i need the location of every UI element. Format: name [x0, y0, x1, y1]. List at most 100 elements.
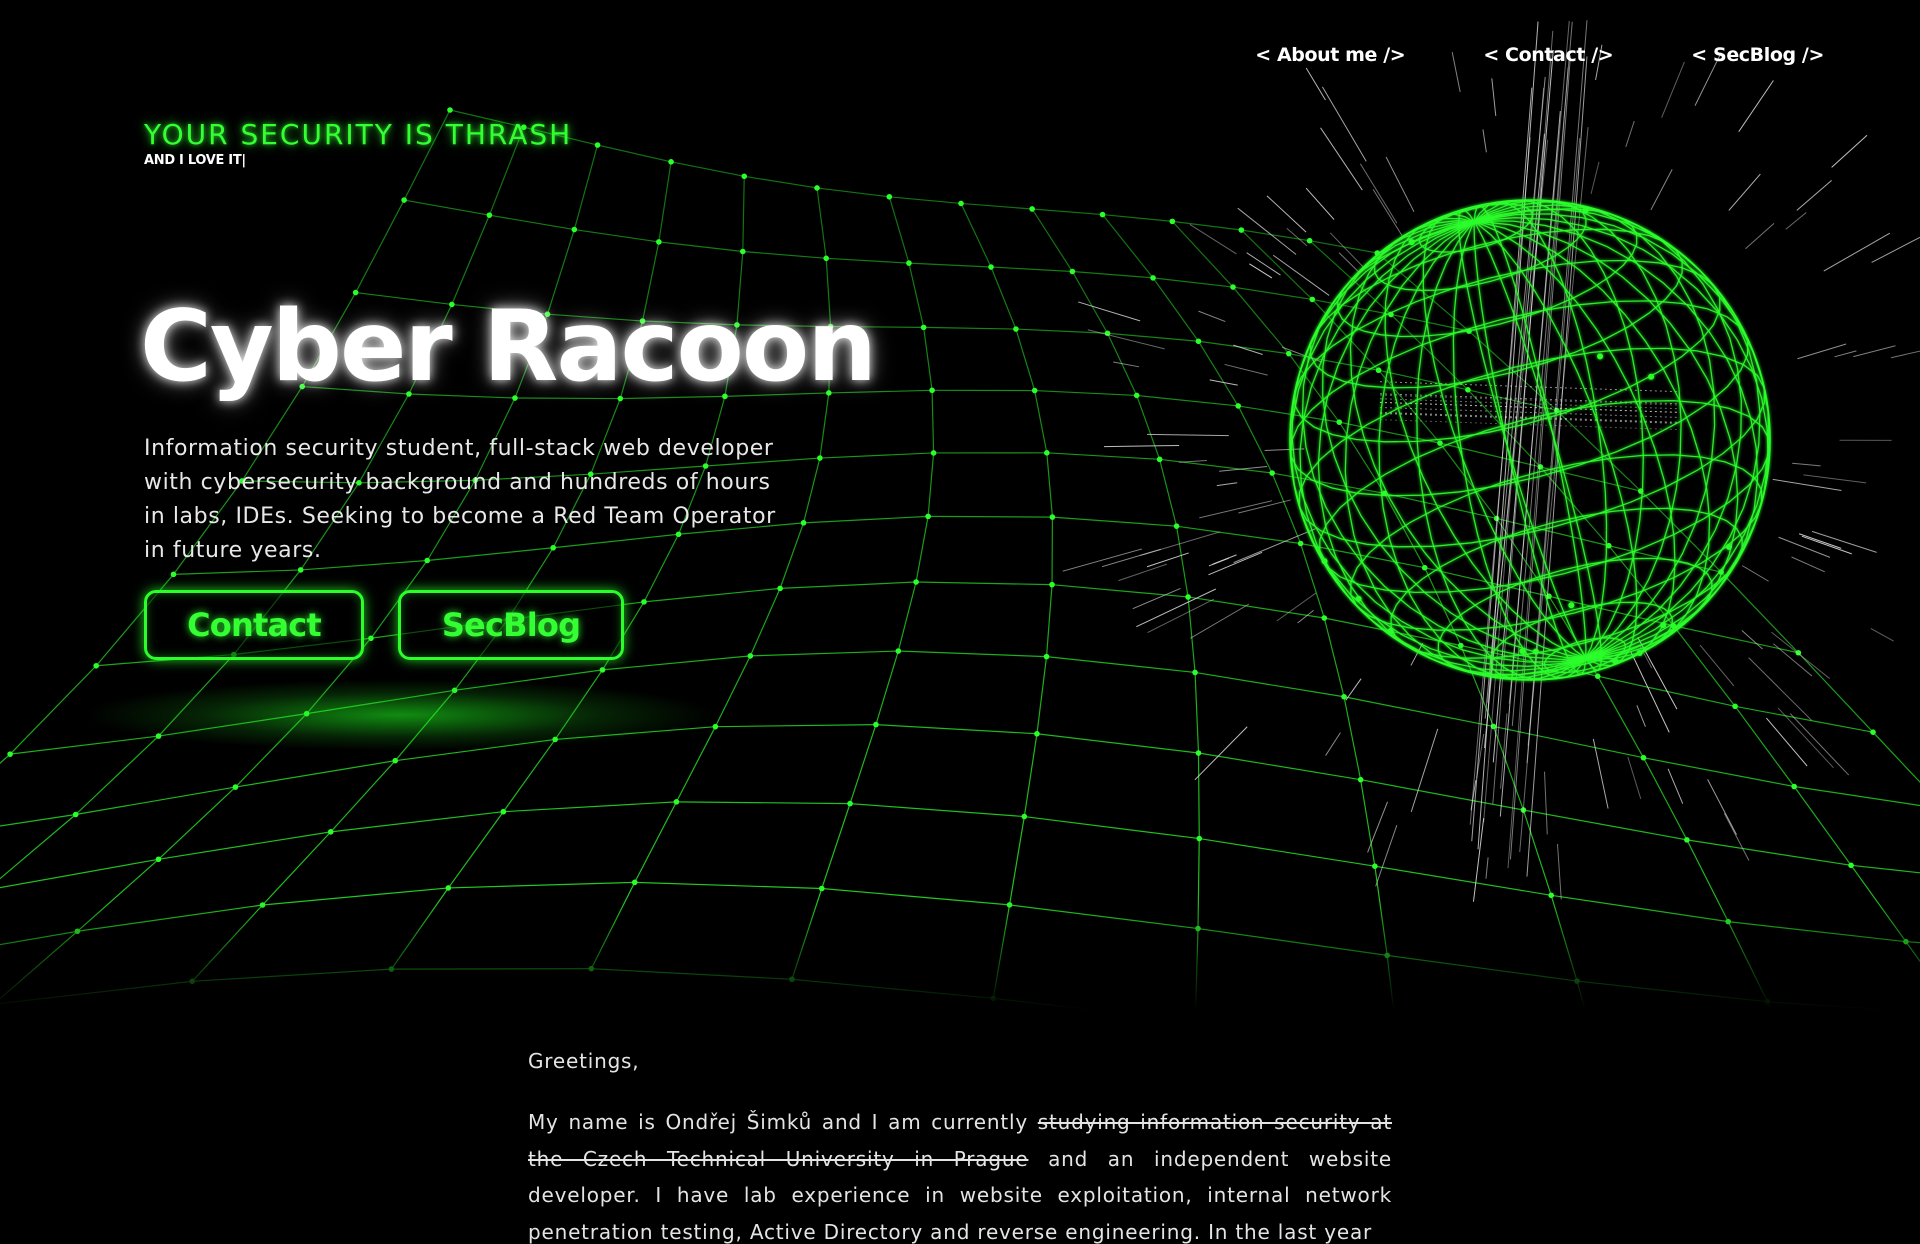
grid-line: [923, 327, 933, 391]
page: < About me /> < Contact /> < SecBlog /> …: [0, 0, 1920, 1244]
grid-node: [1185, 594, 1191, 600]
grid-line: [235, 713, 308, 788]
globe-node: [1387, 628, 1394, 635]
streak-line: [1249, 263, 1273, 279]
grid-node: [1372, 863, 1378, 870]
grid-line: [1272, 472, 1385, 494]
grid-line: [447, 811, 504, 889]
grid-line: [927, 452, 935, 517]
globe-node: [1582, 207, 1589, 214]
globe-node: [1612, 658, 1619, 665]
grid-line: [1556, 410, 1642, 492]
grid-line: [744, 175, 818, 189]
grid-line: [676, 801, 851, 805]
grid-line: [1374, 865, 1552, 896]
grid-line: [898, 650, 1047, 658]
grid-node: [1133, 392, 1140, 399]
grid-node: [7, 751, 13, 757]
grid-line: [1597, 675, 1645, 759]
grid-line: [158, 831, 331, 860]
grid-line: [1198, 752, 1361, 781]
streak-line: [1741, 565, 1769, 582]
grid-node: [1357, 776, 1364, 783]
grid-node: [673, 799, 680, 805]
streak-line: [1118, 563, 1168, 582]
grid-line: [742, 176, 745, 252]
contact-button[interactable]: Contact: [144, 590, 364, 660]
grid-node: [1049, 581, 1055, 588]
grid-line: [158, 654, 235, 737]
grid-line: [875, 724, 1037, 735]
streak-line: [1233, 528, 1316, 564]
grid-line: [1046, 656, 1196, 674]
grid-node: [895, 648, 902, 654]
grid-line: [10, 735, 159, 755]
streak-line: [1078, 301, 1141, 322]
grid-line: [1523, 809, 1688, 841]
streak-line: [1707, 779, 1737, 835]
grid-line: [1036, 733, 1199, 754]
grid-line: [1159, 459, 1178, 527]
grid-node: [1297, 540, 1304, 547]
grid-line: [1031, 208, 1073, 272]
streak-line: [1650, 169, 1673, 211]
grid-line: [0, 814, 77, 880]
streak-line: [1796, 179, 1832, 211]
grid-line: [1034, 390, 1048, 453]
grid-node: [1044, 450, 1050, 456]
grid-line: [573, 144, 599, 230]
streak-line: [1372, 189, 1404, 238]
streak-line: [1544, 771, 1548, 835]
grid-line: [990, 266, 1017, 330]
grid-line: [1194, 671, 1345, 698]
grid-line: [1734, 705, 1795, 787]
grid-node: [392, 757, 399, 764]
grid-line: [597, 144, 672, 163]
streak-line: [1320, 127, 1363, 191]
streak-line: [1636, 705, 1646, 727]
streak-line: [1625, 120, 1635, 148]
grid-line: [1052, 516, 1177, 527]
grid-node: [741, 173, 748, 180]
grid-node: [1238, 227, 1245, 233]
grid-line: [574, 228, 659, 243]
grid-line: [1240, 229, 1313, 300]
grid-node: [1230, 284, 1236, 290]
grid-line: [1323, 617, 1345, 697]
nav-link-contact[interactable]: < Contact />: [1483, 44, 1613, 66]
about-paragraph: My name is Ondřej Šimků and I am current…: [528, 1104, 1392, 1244]
grid-line: [602, 655, 751, 671]
streak-line: [1785, 212, 1807, 230]
secblog-button[interactable]: SecBlog: [398, 590, 624, 660]
grid-line: [670, 161, 745, 177]
streak-line: [1871, 236, 1920, 263]
grid-line: [1597, 675, 1736, 707]
grid-node: [740, 248, 746, 255]
streak-line: [1667, 768, 1684, 804]
globe-line: [1390, 507, 1743, 659]
grid-node: [668, 158, 674, 165]
grid-node: [1321, 615, 1328, 621]
nav-link-secblog[interactable]: < SecBlog />: [1691, 44, 1824, 66]
streak-line: [1482, 129, 1487, 153]
grid-node: [1013, 326, 1019, 332]
grid-node: [232, 784, 239, 790]
grid-node: [1031, 387, 1038, 394]
grid-line: [503, 801, 677, 813]
grid-node: [958, 200, 964, 207]
grid-node: [401, 197, 407, 203]
grid-line: [780, 581, 917, 589]
globe-line: [1416, 199, 1644, 681]
streak-line: [1831, 134, 1868, 168]
nav-link-about-me[interactable]: < About me />: [1255, 44, 1405, 66]
grid-node: [486, 212, 493, 218]
grid-line: [643, 587, 781, 603]
grid-line: [1176, 525, 1301, 545]
grid-line: [1197, 340, 1239, 407]
grid-line: [1071, 271, 1109, 334]
particle-streaks: [1062, 20, 1920, 902]
grid-node: [303, 710, 310, 717]
streak-line: [1209, 379, 1238, 386]
grid-line: [960, 202, 1033, 210]
streak-line: [1777, 707, 1834, 769]
